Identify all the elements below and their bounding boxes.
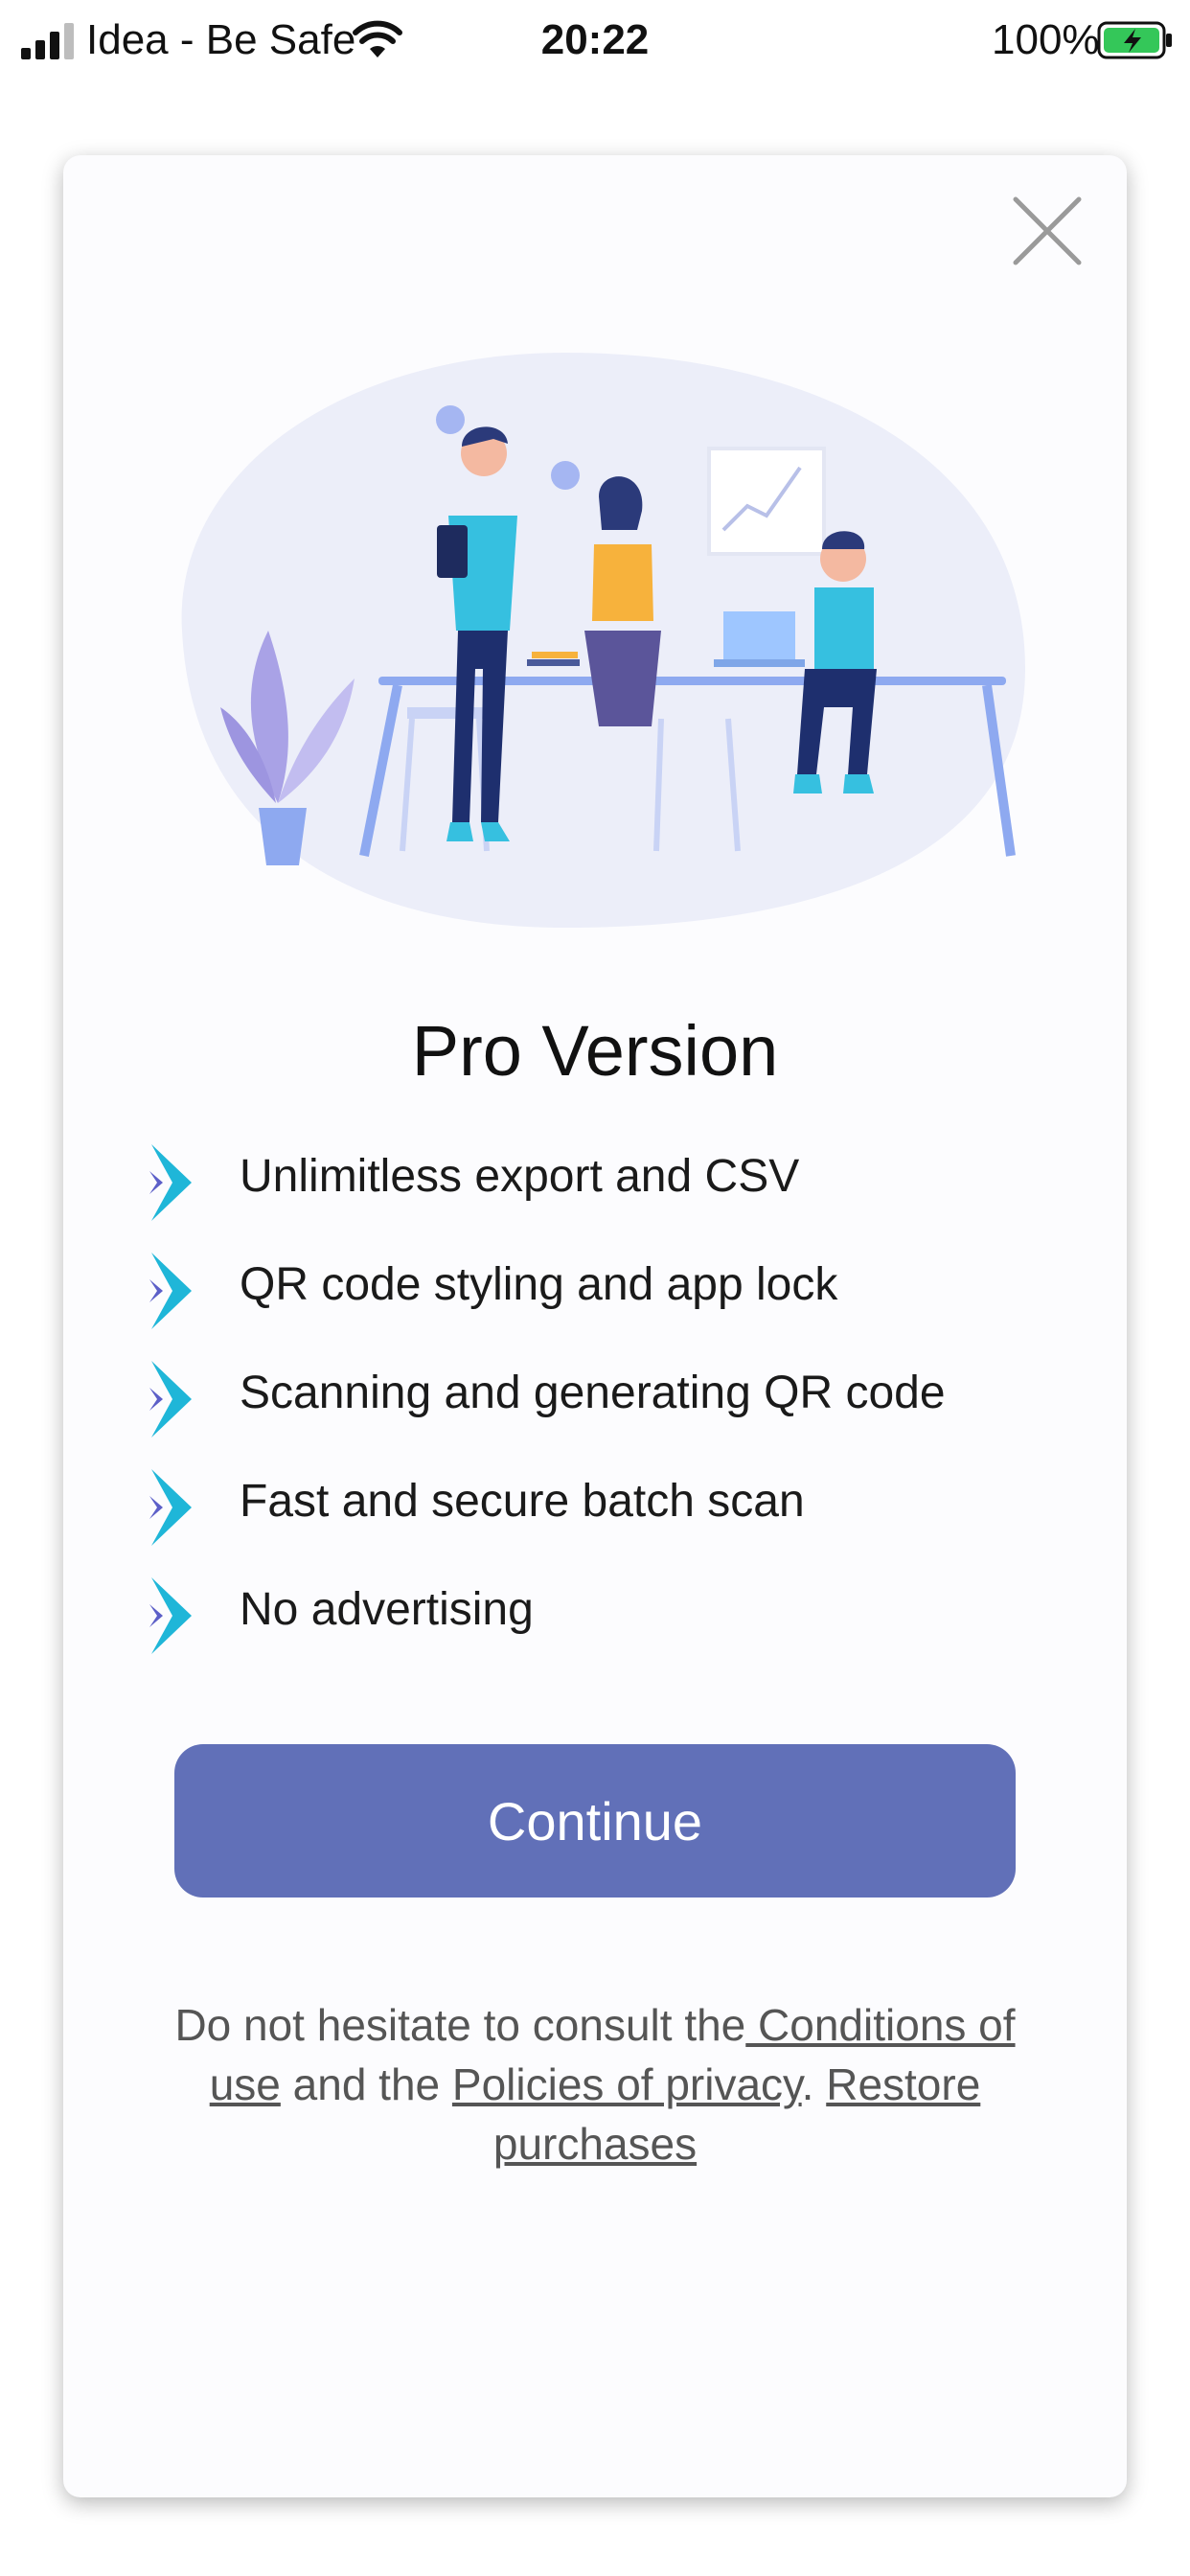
chevron-bullet-icon	[149, 1361, 192, 1438]
legal-middle-text: and the	[280, 2059, 452, 2109]
feature-label: QR code styling and app lock	[240, 1259, 838, 1310]
list-item: Scanning and generating QR code	[144, 1347, 1064, 1456]
feature-label: Scanning and generating QR code	[240, 1368, 946, 1418]
legal-footer: Do not hesitate to consult the Condition…	[169, 1995, 1021, 2174]
list-item: Unlimitless export and CSV	[144, 1131, 1064, 1239]
chevron-bullet-icon	[149, 1253, 192, 1329]
list-item: Fast and secure batch scan	[144, 1456, 1064, 1564]
chevron-bullet-icon	[149, 1577, 192, 1654]
battery-charging-icon	[1097, 21, 1172, 59]
legal-prefix-text: Do not hesitate to consult the	[174, 2000, 746, 2050]
feature-label: No advertising	[240, 1584, 534, 1635]
list-item: QR code styling and app lock	[144, 1239, 1064, 1347]
status-bar: Idea - Be Safe 20:22 100%	[0, 0, 1190, 80]
legal-separator-text: .	[801, 2059, 827, 2109]
feature-label: Fast and secure batch scan	[240, 1476, 805, 1527]
feature-list: Unlimitless export and CSV QR code styli…	[144, 1131, 1064, 1672]
privacy-policy-link[interactable]: Policies of privacy	[452, 2059, 802, 2109]
battery-percentage: 100%	[992, 16, 1100, 63]
close-icon[interactable]	[1004, 188, 1090, 274]
list-item: No advertising	[144, 1564, 1064, 1672]
feature-label: Unlimitless export and CSV	[240, 1151, 800, 1202]
chevron-bullet-icon	[149, 1144, 192, 1221]
team-meeting-illustration	[181, 353, 1026, 928]
page-title: Pro Version	[411, 1011, 779, 1091]
chevron-bullet-icon	[149, 1469, 192, 1546]
continue-button[interactable]: Continue	[174, 1744, 1016, 1898]
